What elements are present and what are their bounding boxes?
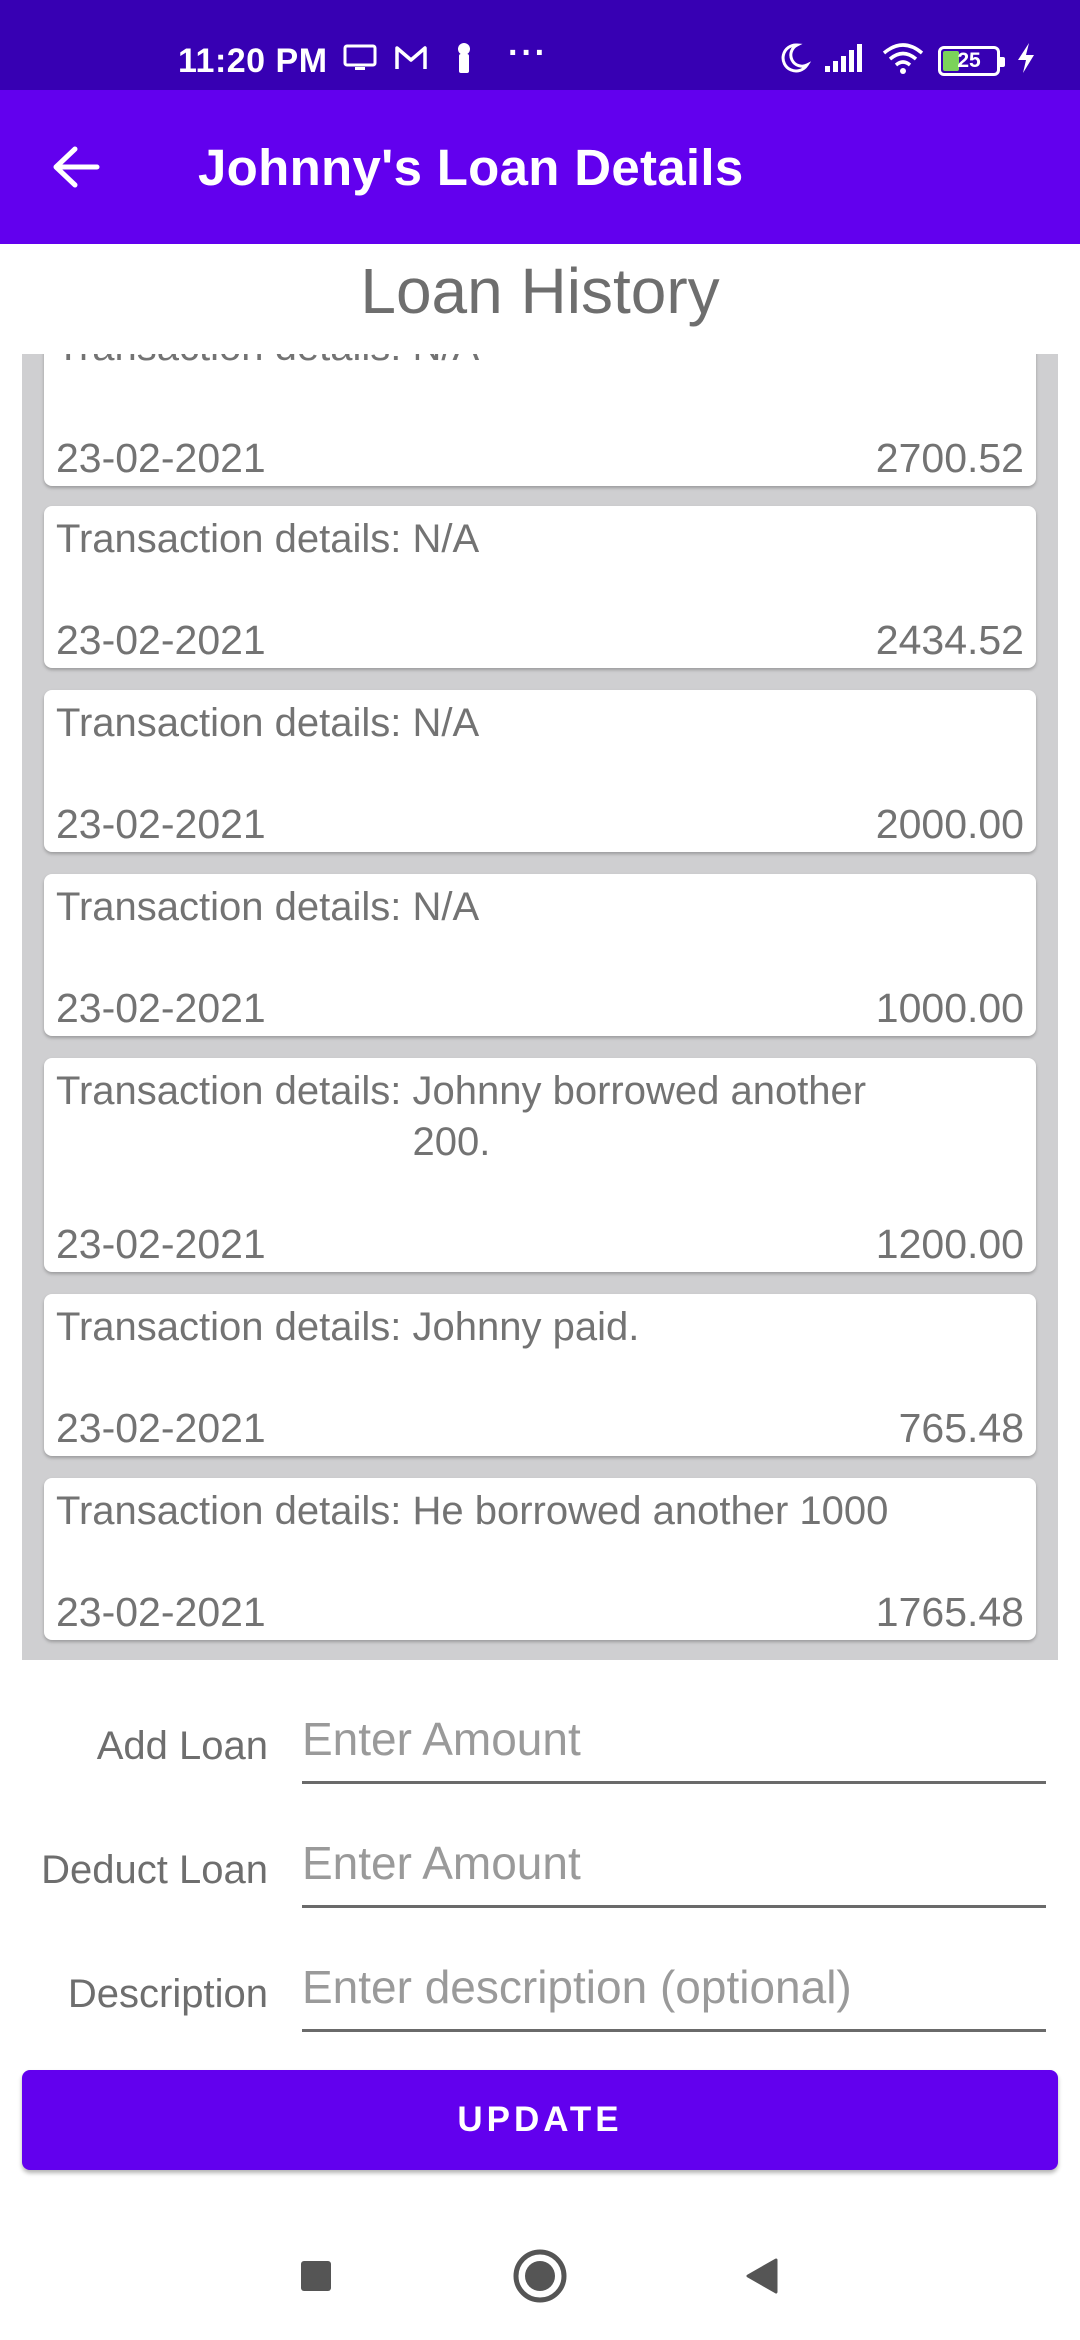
page-title: Johnny's Loan Details: [198, 139, 744, 196]
transaction-details: Transaction details: N/A: [56, 514, 932, 565]
add-loan-input[interactable]: [302, 1702, 1046, 1784]
transaction-amount: 2700.52: [875, 435, 1024, 481]
deduct-loan-input[interactable]: [302, 1826, 1046, 1908]
transaction-card[interactable]: Transaction details: N/A 23-02-2021 2434…: [44, 506, 1036, 668]
update-button[interactable]: UPDATE: [22, 2070, 1058, 2170]
transaction-details-text: N/A: [412, 701, 480, 745]
transaction-date: 23-02-2021: [56, 985, 266, 1031]
transaction-card[interactable]: Transaction details: Johnny paid. 23-02-…: [44, 1294, 1036, 1456]
transaction-card[interactable]: Transaction details: N/A 23-02-2021 1000…: [44, 874, 1036, 1036]
transaction-details-text: Johnny paid.: [412, 1305, 640, 1349]
transaction-amount: 1765.48: [875, 1589, 1024, 1635]
notification-icon: [446, 40, 482, 76]
transaction-details-label: Transaction details:: [56, 1069, 402, 1113]
loan-history-list[interactable]: Transaction details: N/A 23-02-2021 2700…: [22, 354, 1058, 1660]
transaction-details-label: Transaction details:: [56, 517, 402, 561]
transaction-details: Transaction details: Johnny borrowed ano…: [56, 1066, 932, 1168]
moon-icon: [776, 40, 812, 76]
transaction-date: 23-02-2021: [56, 1405, 266, 1451]
transaction-details-text: N/A: [412, 885, 480, 929]
transaction-details: Transaction details: Johnny paid.: [56, 1302, 932, 1353]
transaction-card[interactable]: Transaction details: He borrowed another…: [44, 1478, 1036, 1640]
transaction-date: 23-02-2021: [56, 1589, 266, 1635]
description-input[interactable]: [302, 1950, 1046, 2032]
transaction-details-label: Transaction details:: [56, 701, 402, 745]
transaction-card[interactable]: Transaction details: N/A 23-02-2021 2000…: [44, 690, 1036, 852]
transaction-details: Transaction details: N/A: [56, 698, 932, 749]
home-circle-icon[interactable]: [510, 2246, 570, 2306]
transaction-amount: 1000.00: [875, 985, 1024, 1031]
transaction-details: Transaction details: N/A: [56, 354, 932, 373]
transaction-details-text: N/A: [412, 517, 480, 561]
transaction-details-text: Johnny borrowed another 200.: [412, 1069, 867, 1164]
loan-history-title: Loan History: [360, 255, 720, 327]
transaction-date: 23-02-2021: [56, 801, 266, 847]
recents-square-icon[interactable]: [286, 2246, 346, 2306]
transaction-details: Transaction details: N/A: [56, 882, 932, 933]
status-time: 11:20 PM: [178, 42, 328, 80]
transaction-card[interactable]: Transaction details: Johnny borrowed ano…: [44, 1058, 1036, 1272]
app-bar: Johnny's Loan Details: [0, 90, 1080, 244]
transaction-card[interactable]: Transaction details: N/A 23-02-2021 2700…: [44, 354, 1036, 486]
transaction-date: 23-02-2021: [56, 435, 266, 481]
system-nav-bar: [0, 2200, 1080, 2340]
more-icon: ···: [508, 34, 548, 72]
transaction-details-label: Transaction details:: [56, 1305, 402, 1349]
signal-icon: [822, 40, 868, 76]
transaction-details-label: Transaction details:: [56, 1489, 402, 1533]
monitor-icon: [342, 40, 378, 76]
transaction-details-label: Transaction details:: [56, 354, 401, 373]
wifi-icon: [880, 40, 926, 76]
transaction-details: Transaction details: He borrowed another…: [56, 1486, 932, 1537]
transaction-date: 23-02-2021: [56, 1221, 266, 1267]
battery-level: 25: [957, 49, 981, 72]
battery-icon: 25: [938, 46, 1005, 76]
status-bar: 11:20 PM ··· 25: [0, 0, 1080, 90]
gmail-icon: [393, 40, 429, 76]
arrow-left-icon[interactable]: [40, 135, 112, 199]
transaction-amount: 765.48: [898, 1405, 1024, 1451]
transaction-details-label: Transaction details:: [56, 885, 402, 929]
transaction-date: 23-02-2021: [56, 617, 266, 663]
deduct-loan-label: Deduct Loan: [41, 1848, 268, 1892]
transaction-details-text: N/A: [412, 354, 932, 373]
transaction-details-text: He borrowed another 1000: [412, 1489, 889, 1533]
transaction-amount: 2434.52: [875, 617, 1024, 663]
transaction-amount: 1200.00: [875, 1221, 1024, 1267]
description-label: Description: [67, 1972, 268, 2016]
add-loan-label: Add Loan: [96, 1724, 268, 1768]
back-triangle-icon[interactable]: [732, 2246, 792, 2306]
transaction-amount: 2000.00: [875, 801, 1024, 847]
charging-icon: [1012, 40, 1040, 76]
